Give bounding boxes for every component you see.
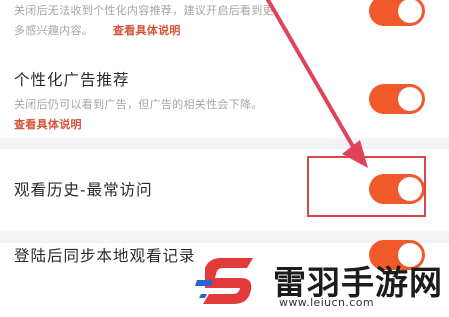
site-logo-icon (195, 258, 253, 304)
watermark-url: www.leiucn.com (279, 296, 374, 309)
watermark: 雷羽手游网 www.leiucn.com (195, 248, 445, 314)
